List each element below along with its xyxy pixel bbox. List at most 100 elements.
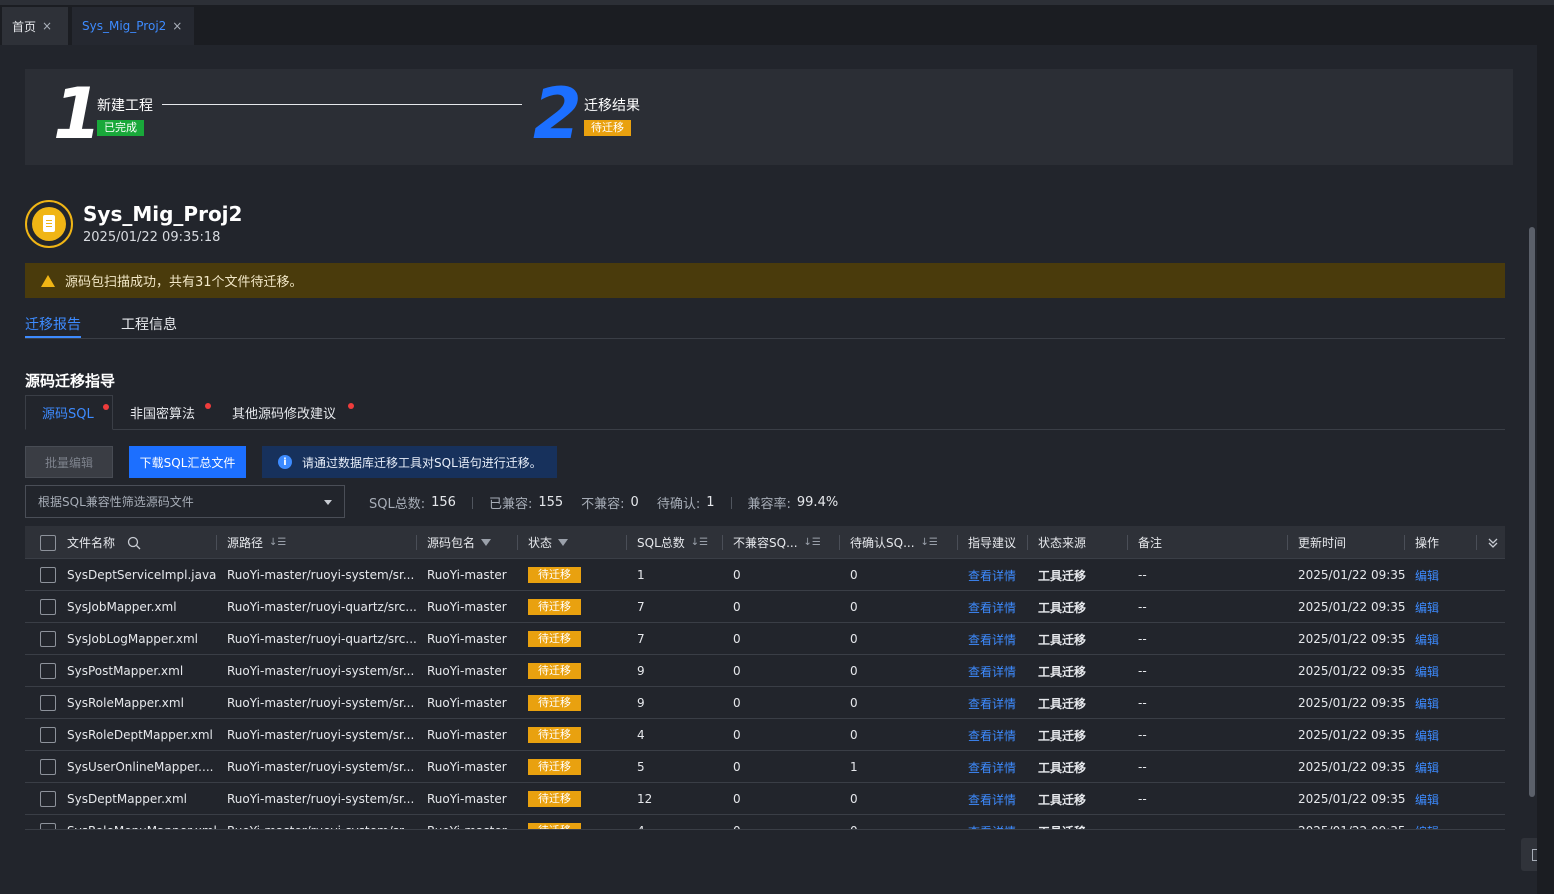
view-details-link[interactable]: 查看详情 <box>958 591 1028 623</box>
edit-link[interactable]: 编辑 <box>1405 687 1477 719</box>
table-row[interactable]: SysDeptServiceImpl.java RuoYi-master/ruoy… <box>25 559 1505 591</box>
row-checkbox[interactable] <box>40 791 56 807</box>
chevron-down-icon[interactable] <box>1487 537 1499 549</box>
edit-link[interactable]: 编辑 <box>1405 623 1477 655</box>
sort-icon[interactable]: ↓☰ <box>921 537 938 548</box>
edit-icon[interactable] <box>1521 838 1537 871</box>
tab-migration-report[interactable]: 迁移报告 <box>25 314 81 338</box>
row-checkbox[interactable] <box>40 695 56 711</box>
sort-icon[interactable]: ↓☰ <box>691 537 708 548</box>
filter-icon[interactable] <box>481 539 492 546</box>
tab-project-info[interactable]: 工程信息 <box>121 314 177 334</box>
col-package-name[interactable]: 源码包名 <box>417 526 518 559</box>
column-settings[interactable] <box>1477 526 1505 559</box>
scan-alert: 源码包扫描成功，共有31个文件待迁移。 <box>25 263 1505 298</box>
cell-updated-time: 2025/01/22 09:35:4 <box>1298 696 1405 710</box>
row-checkbox[interactable] <box>40 663 56 679</box>
view-details-link[interactable]: 查看详情 <box>958 687 1028 719</box>
edit-link[interactable]: 编辑 <box>1405 751 1477 783</box>
table-row[interactable]: SysJobLogMapper.xml RuoYi-master/ruoyi-qu… <box>25 623 1505 655</box>
cell-note: -- <box>1138 664 1147 678</box>
edit-link[interactable]: 编辑 <box>1405 719 1477 751</box>
view-details-link[interactable]: 查看详情 <box>958 815 1028 830</box>
row-checkbox[interactable] <box>40 823 56 829</box>
edit-link[interactable]: 编辑 <box>1405 815 1477 830</box>
status-badge: 待迁移 <box>528 567 581 583</box>
batch-edit-button[interactable]: 批量编辑 <box>25 446 113 478</box>
tab-other-suggestions[interactable]: 其他源码修改建议 <box>232 395 354 430</box>
table-row[interactable]: SysUserOnlineMapper.... RuoYi-master/ruoy… <box>25 751 1505 783</box>
col-pending-sql[interactable]: 待确认SQ... ↓☰ <box>840 526 958 559</box>
col-source-path-label: 源路径 <box>227 536 264 550</box>
row-checkbox[interactable] <box>40 759 56 775</box>
view-details-link[interactable]: 查看详情 <box>958 751 1028 783</box>
view-details-link[interactable]: 查看详情 <box>958 719 1028 751</box>
cell-status: 待迁移 <box>518 815 627 829</box>
project-created-time: 2025/01/22 09:35:18 <box>83 230 221 245</box>
cell-status: 待迁移 <box>518 751 627 783</box>
download-sql-button[interactable]: 下载SQL汇总文件 <box>129 446 246 478</box>
col-sql-total[interactable]: SQL总数 ↓☰ <box>627 526 723 559</box>
filter-icon[interactable] <box>558 539 569 546</box>
sort-icon[interactable]: ↓☰ <box>269 537 286 548</box>
table-row[interactable]: SysDeptMapper.xml RuoYi-master/ruoyi-syst… <box>25 783 1505 815</box>
table-header: 文件名称 源路径 ↓☰ 源码包名 状态 SQL总数 ↓☰ 不兼容SQ... ↓☰ 待确… <box>25 526 1505 559</box>
view-details-link[interactable]: 查看详情 <box>958 559 1028 591</box>
col-incompat-sql[interactable]: 不兼容SQ... ↓☰ <box>723 526 840 559</box>
edit-link[interactable]: 编辑 <box>1405 655 1477 687</box>
tab-non-gm-crypto[interactable]: 非国密算法 <box>130 395 211 430</box>
table-row[interactable]: SysRoleMenuMapper.xmlRuoYi-master/ruoyi-… <box>25 815 1505 830</box>
table-body: SysDeptServiceImpl.java RuoYi-master/ruoy… <box>25 559 1505 830</box>
table-row[interactable]: SysRoleMapper.xml RuoYi-master/ruoyi-syst… <box>25 687 1505 719</box>
cell-file-name: SysRoleMenuMapper.xml <box>57 815 217 829</box>
cell-pending-sql: 1 <box>850 760 858 774</box>
cell-status-source: 工具迁移 <box>1038 760 1087 775</box>
vertical-scrollbar[interactable] <box>1529 227 1535 797</box>
close-icon[interactable]: × <box>42 19 52 33</box>
sort-icon[interactable]: ↓☰ <box>804 537 821 548</box>
row-checkbox[interactable] <box>40 567 56 583</box>
col-source-path[interactable]: 源路径 ↓☰ <box>217 526 417 559</box>
col-status-source-label: 状态来源 <box>1038 536 1087 550</box>
status-badge: 待迁移 <box>528 727 581 743</box>
table-row[interactable]: SysJobMapper.xml RuoYi-master/ruoyi-quart… <box>25 591 1505 623</box>
step-1-title: 新建工程 <box>97 98 153 114</box>
cell-status-source: 工具迁移 <box>1028 815 1128 830</box>
row-checkbox[interactable] <box>40 631 56 647</box>
cell-status-source: 工具迁移 <box>1038 632 1087 647</box>
view-details-link[interactable]: 查看详情 <box>958 623 1028 655</box>
cell-status-source: 工具迁移 <box>1038 664 1087 679</box>
col-note-label: 备注 <box>1138 536 1163 550</box>
cell-sql-total: 1 <box>637 568 645 582</box>
search-icon[interactable] <box>127 536 141 550</box>
select-all-checkbox[interactable] <box>40 534 56 551</box>
view-details-link[interactable]: 查看详情 <box>958 655 1028 687</box>
tab-project-label: Sys_Mig_Proj2 <box>82 19 167 33</box>
col-package-name-label: 源码包名 <box>427 536 476 550</box>
edit-link[interactable]: 编辑 <box>1405 783 1477 815</box>
tab-home[interactable]: 首页 × <box>2 7 68 45</box>
cell-package-name: RuoYi-master <box>427 632 507 646</box>
cell-updated-time: 2025/01/22 09:35:4 <box>1288 815 1405 829</box>
tab-source-sql-label: 源码SQL <box>42 407 94 422</box>
cell-note: -- <box>1138 632 1147 646</box>
row-checkbox[interactable] <box>40 727 56 743</box>
row-checkbox[interactable] <box>40 599 56 615</box>
table-row[interactable]: SysRoleDeptMapper.xml RuoYi-master/ruoyi-… <box>25 719 1505 751</box>
cell-incompat-sql: 0 <box>733 664 741 678</box>
step-2-number: 2 <box>533 73 582 155</box>
cell-updated-time: 2025/01/22 09:35:4 <box>1298 792 1405 806</box>
notification-dot-icon <box>103 404 109 410</box>
table-row[interactable]: SysPostMapper.xml RuoYi-master/ruoyi-syst… <box>25 655 1505 687</box>
tab-bar: 首页 × Sys_Mig_Proj2 × <box>0 5 1554 45</box>
step-progress: 1 新建工程 已完成 2 迁移结果 待迁移 <box>25 69 1513 165</box>
edit-link[interactable]: 编辑 <box>1405 591 1477 623</box>
tab-project[interactable]: Sys_Mig_Proj2 × <box>72 7 194 45</box>
compat-filter-select[interactable]: 根据SQL兼容性筛选源码文件 <box>25 485 345 518</box>
cell-file-name: SysUserOnlineMapper.... <box>67 760 214 774</box>
close-icon[interactable]: × <box>172 19 182 33</box>
edit-link[interactable]: 编辑 <box>1405 559 1477 591</box>
col-status[interactable]: 状态 <box>518 526 627 559</box>
view-details-link[interactable]: 查看详情 <box>958 783 1028 815</box>
tab-source-sql[interactable]: 源码SQL <box>25 395 113 430</box>
